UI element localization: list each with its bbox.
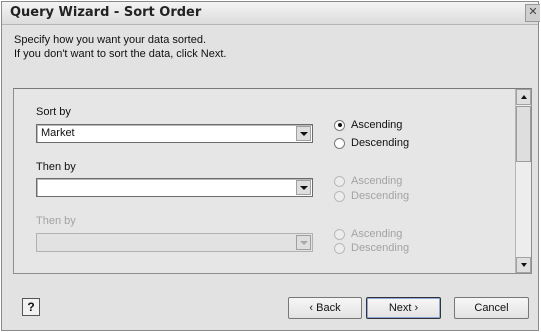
then-by-1-descending-radio: Descending xyxy=(334,189,409,203)
dropdown-arrow-icon[interactable] xyxy=(296,126,311,141)
vertical-scrollbar[interactable] xyxy=(515,89,531,273)
sort-by-value: Market xyxy=(41,127,75,139)
next-button[interactable]: Next › xyxy=(366,297,441,319)
dropdown-arrow-icon xyxy=(296,235,311,250)
then-by-1-ascending-radio: Ascending xyxy=(334,174,402,188)
then-by-2-ascending-radio: Ascending xyxy=(334,227,402,241)
ascending-label: Ascending xyxy=(351,175,403,187)
scrollbar-thumb[interactable] xyxy=(516,106,531,162)
back-button[interactable]: ‹ Back xyxy=(288,297,362,319)
then-by-label-1: Then by xyxy=(36,161,76,173)
dialog-title: Query Wizard - Sort Order xyxy=(10,5,202,20)
sort-by-descending-radio[interactable]: Descending xyxy=(334,136,409,150)
ascending-label: Ascending xyxy=(351,228,403,240)
sort-panel: Sort by Market Ascending Descending Then… xyxy=(13,88,532,274)
then-by-2-descending-radio: Descending xyxy=(334,241,409,255)
sort-by-label: Sort by xyxy=(36,106,71,118)
instruction-line-2: If you don't want to sort the data, clic… xyxy=(14,48,227,60)
radio-disabled-icon xyxy=(334,175,345,187)
radio-disabled-icon xyxy=(334,190,345,202)
descending-label: Descending xyxy=(351,137,410,149)
descending-label: Descending xyxy=(351,190,410,202)
close-icon[interactable]: ✕ xyxy=(525,4,540,22)
dropdown-arrow-icon[interactable] xyxy=(296,180,311,195)
then-by-dropdown-2 xyxy=(36,233,313,252)
radio-selected-icon xyxy=(334,119,345,131)
query-wizard-dialog: Query Wizard - Sort Order ✕ Specify how … xyxy=(1,1,540,331)
then-by-dropdown-1[interactable] xyxy=(36,178,313,197)
radio-disabled-icon xyxy=(334,228,345,240)
ascending-label: Ascending xyxy=(351,119,403,131)
instruction-line-1: Specify how you want your data sorted. xyxy=(14,34,206,46)
scroll-down-arrow-icon[interactable] xyxy=(516,257,531,273)
sort-by-ascending-radio[interactable]: Ascending xyxy=(334,118,402,132)
help-icon[interactable]: ? xyxy=(22,298,40,316)
then-by-label-2: Then by xyxy=(36,215,76,227)
cancel-button[interactable]: Cancel xyxy=(454,297,529,319)
descending-label: Descending xyxy=(351,242,410,254)
radio-empty-icon xyxy=(334,137,345,149)
sort-by-dropdown[interactable]: Market xyxy=(36,124,313,143)
radio-disabled-icon xyxy=(334,242,345,254)
scroll-up-arrow-icon[interactable] xyxy=(516,89,531,105)
title-bar: Query Wizard - Sort Order ✕ xyxy=(2,2,540,25)
